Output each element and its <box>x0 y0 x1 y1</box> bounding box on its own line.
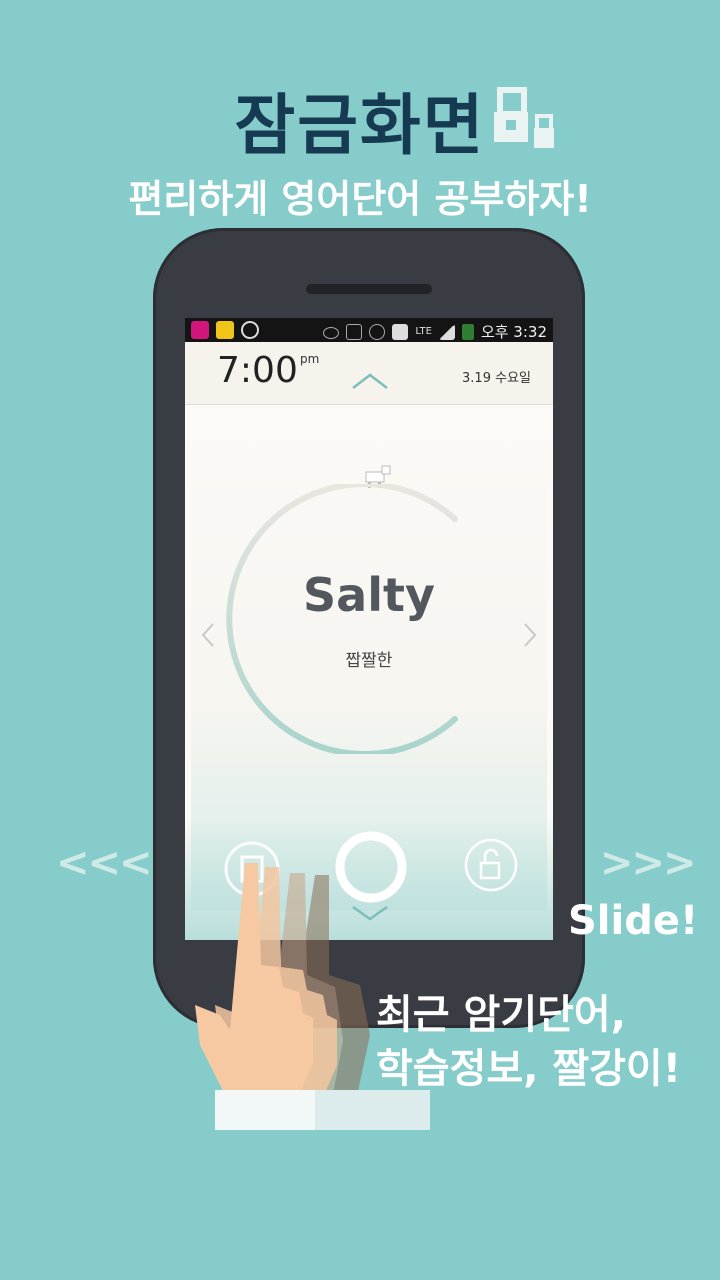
unlock-icon[interactable] <box>463 837 519 893</box>
lock-clock: 7:00 <box>217 350 298 391</box>
left-arrows: <<< <box>56 840 153 886</box>
mute-icon <box>346 323 363 340</box>
lock-date: 3.19 수요일 <box>462 371 531 386</box>
signal-icon <box>438 323 455 340</box>
lock-icon <box>494 87 554 148</box>
subhead: 편리하게 영어단어 공부하자! <box>128 177 592 221</box>
lte-icon: LTE <box>415 326 432 337</box>
vocab-meaning: 짭짤한 <box>345 651 393 671</box>
status-time: 오후 3:32 <box>480 323 547 341</box>
caption: 최근 암기단어, 학습정보, 짤강이! <box>376 988 681 1096</box>
chevron-right-icon[interactable] <box>523 622 537 648</box>
caption-line2: 학습정보, 짤강이! <box>376 1046 681 1092</box>
lock-ampm: pm <box>300 352 320 366</box>
battery-icon <box>461 323 474 340</box>
headline: 잠금화면 <box>234 87 486 164</box>
chevron-up-icon[interactable] <box>351 372 389 390</box>
carrier-icon <box>191 321 209 339</box>
alarm-icon <box>369 323 386 340</box>
chat-icon <box>216 321 234 339</box>
minus-circle-icon <box>241 321 259 339</box>
eye-icon <box>323 327 340 339</box>
right-arrows: >>> <box>600 840 697 886</box>
lock-header: 7:00 pm 3.19 수요일 <box>185 342 553 405</box>
caption-line1: 최근 암기단어, <box>376 992 626 1038</box>
status-bar: LTE 오후 3:32 <box>185 318 553 342</box>
vocab-word: Salty <box>303 568 435 622</box>
phone-speaker <box>306 284 432 294</box>
chevron-left-icon[interactable] <box>201 622 215 648</box>
image-icon <box>392 323 409 340</box>
slide-label: Slide! <box>568 898 699 944</box>
